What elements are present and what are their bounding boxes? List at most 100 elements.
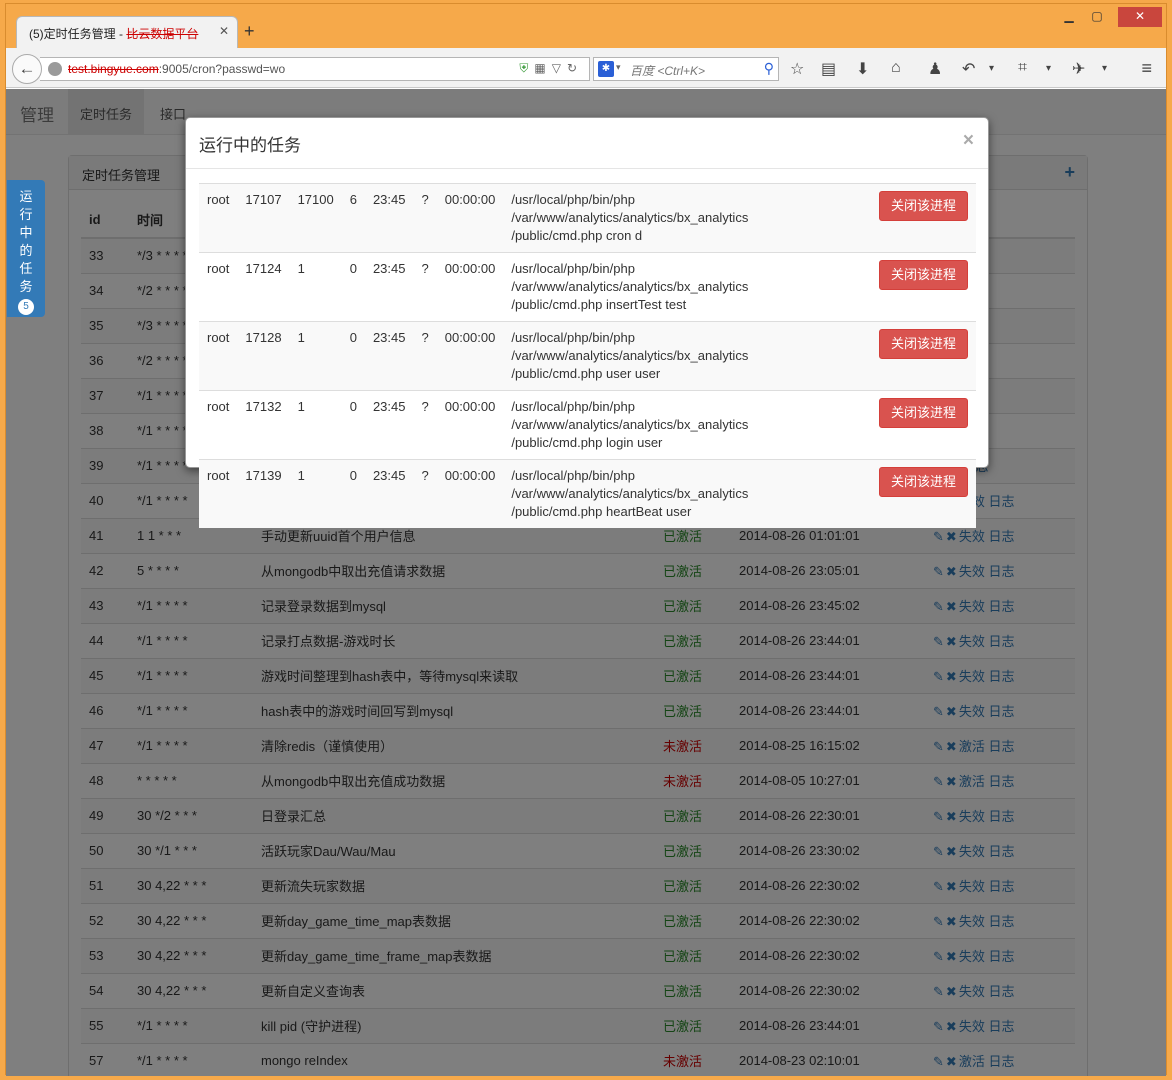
proc-cmd-line1: /usr/local/php/bin/php /var/www/analytic… bbox=[511, 468, 749, 501]
kill-process-button[interactable]: 关闭该进程 bbox=[878, 191, 968, 221]
url-rest: :9005/cron?passwd=wo bbox=[158, 62, 286, 76]
modal-header: 运行中的任务 × bbox=[186, 118, 988, 169]
proc-stime: 23:45 bbox=[364, 459, 414, 528]
proc-pid: 17128 bbox=[237, 321, 290, 391]
proc-time: 00:00:00 bbox=[436, 459, 504, 528]
close-window-icon[interactable]: ✕ bbox=[1118, 7, 1162, 27]
search-icon[interactable]: ⚲ bbox=[764, 60, 774, 77]
proc-cpu: 0 bbox=[341, 252, 365, 322]
proc-action: 关闭该进程 bbox=[870, 390, 976, 460]
running-tasks-modal: 运行中的任务 × root 17107 17100 6 23:45? 00:00:00/u… bbox=[185, 117, 989, 528]
qr-code-icon[interactable]: ▦ bbox=[534, 61, 551, 75]
proc-ppid: 17100 bbox=[289, 183, 342, 253]
proc-cpu: 0 bbox=[341, 459, 365, 528]
undo-icon[interactable]: ↶ bbox=[962, 59, 975, 79]
back-button[interactable]: ← bbox=[12, 54, 42, 84]
browser-toolbar: test.bingyue.com:9005/cron?passwd=wo ⛨▦▽… bbox=[6, 48, 1166, 88]
proc-cpu: 0 bbox=[341, 321, 365, 391]
crop-icon[interactable]: ⌗ bbox=[1018, 59, 1027, 77]
search-bar[interactable]: ✱ ▾ 百度 <Ctrl+K> ⚲ bbox=[593, 57, 779, 81]
url-bar-icons: ⛨▦▽↻ bbox=[519, 61, 583, 76]
proc-tty: ? bbox=[413, 390, 437, 460]
proc-time: 00:00:00 bbox=[436, 390, 504, 460]
proc-action: 关闭该进程 bbox=[870, 321, 976, 391]
proc-user: root bbox=[199, 252, 238, 322]
proc-cmd-line1: /usr/local/php/bin/php /var/www/analytic… bbox=[511, 399, 749, 432]
tab-title: (5)定时任务管理 - bbox=[29, 27, 127, 41]
proc-tty: ? bbox=[413, 252, 437, 322]
home-icon[interactable]: ⌂ bbox=[891, 59, 901, 77]
proc-pid: 17139 bbox=[237, 459, 290, 528]
proc-stime: 23:45 bbox=[364, 390, 414, 460]
proc-cpu: 6 bbox=[341, 183, 365, 253]
tab-close-icon[interactable]: ✕ bbox=[219, 24, 229, 38]
kill-process-button[interactable]: 关闭该进程 bbox=[878, 260, 968, 290]
kill-process-button[interactable]: 关闭该进程 bbox=[878, 467, 968, 497]
running-tasks-tab[interactable]: 运行中的任务 5 bbox=[7, 180, 45, 317]
maximize-icon[interactable]: ▢ bbox=[1084, 7, 1110, 27]
proc-cmd-line1: /usr/local/php/bin/php /var/www/analytic… bbox=[511, 261, 749, 294]
modal-title: 运行中的任务 bbox=[199, 136, 301, 155]
running-tasks-label: 运行中的任务 bbox=[19, 189, 33, 294]
proc-action: 关闭该进程 bbox=[870, 459, 976, 528]
proc-cmd-line2: /public/cmd.php insertTest test bbox=[511, 297, 687, 312]
proc-cmd: /usr/local/php/bin/php /var/www/analytic… bbox=[503, 252, 871, 322]
proc-stime: 23:45 bbox=[364, 252, 414, 322]
kill-process-button[interactable]: 关闭该进程 bbox=[878, 329, 968, 359]
proc-user: root bbox=[199, 321, 238, 391]
undo-dropdown-icon[interactable]: ▾ bbox=[989, 63, 994, 74]
proc-user: root bbox=[199, 459, 238, 528]
proc-cmd-line2: /public/cmd.php login user bbox=[511, 435, 663, 450]
browser-window: (5)定时任务管理 - 比云数据平台 ✕ + ▁ ▢ ✕ test.bingyu… bbox=[5, 3, 1167, 1076]
proc-ppid: 1 bbox=[289, 321, 342, 391]
modal-close-icon[interactable]: × bbox=[963, 130, 974, 152]
proc-user: root bbox=[199, 390, 238, 460]
proc-ppid: 1 bbox=[289, 459, 342, 528]
shield-icon[interactable]: ⛨ bbox=[519, 61, 534, 75]
extension-dropdown-icon[interactable]: ▾ bbox=[1102, 63, 1107, 74]
url-bar[interactable]: test.bingyue.com:9005/cron?passwd=wo ⛨▦▽… bbox=[40, 57, 590, 81]
proc-cmd: /usr/local/php/bin/php /var/www/analytic… bbox=[503, 459, 871, 528]
search-engine-dropdown-icon[interactable]: ▾ bbox=[616, 62, 621, 73]
proc-cmd: /usr/local/php/bin/php /var/www/analytic… bbox=[503, 321, 871, 391]
dropdown-arrow-icon[interactable]: ▽ bbox=[552, 61, 567, 75]
proc-action: 关闭该进程 bbox=[870, 252, 976, 322]
title-bar: (5)定时任务管理 - 比云数据平台 ✕ + ▁ ▢ ✕ bbox=[6, 4, 1166, 48]
proc-cmd-line1: /usr/local/php/bin/php /var/www/analytic… bbox=[511, 192, 749, 225]
proc-cmd-line1: /usr/local/php/bin/php /var/www/analytic… bbox=[511, 330, 749, 363]
new-tab-button[interactable]: + bbox=[244, 22, 255, 40]
crop-dropdown-icon[interactable]: ▾ bbox=[1046, 63, 1051, 74]
proc-tty: ? bbox=[413, 321, 437, 391]
process-row: root 17139 1 0 23:45? 00:00:00/usr/local/php/… bbox=[199, 459, 976, 528]
proc-time: 00:00:00 bbox=[436, 321, 504, 391]
user-icon[interactable]: ♟ bbox=[928, 59, 942, 79]
process-row: root 17132 1 0 23:45? 00:00:00/usr/local/php/… bbox=[199, 390, 976, 460]
proc-time: 00:00:00 bbox=[436, 252, 504, 322]
proc-cmd-line2: /public/cmd.php heartBeat user bbox=[511, 504, 692, 519]
baidu-paw-icon[interactable]: ✱ bbox=[598, 61, 614, 77]
proc-stime: 23:45 bbox=[364, 183, 414, 253]
proc-cmd: /usr/local/php/bin/php /var/www/analytic… bbox=[503, 183, 871, 253]
proc-ppid: 1 bbox=[289, 252, 342, 322]
reading-list-icon[interactable]: ▤ bbox=[821, 59, 836, 79]
url-text: test.bingyue.com:9005/cron?passwd=wo bbox=[68, 62, 285, 76]
proc-cmd-line2: /public/cmd.php cron d bbox=[511, 228, 643, 243]
proc-stime: 23:45 bbox=[364, 321, 414, 391]
proc-pid: 17132 bbox=[237, 390, 290, 460]
proc-cpu: 0 bbox=[341, 390, 365, 460]
bookmark-star-icon[interactable]: ☆ bbox=[790, 59, 804, 79]
extension-icon[interactable]: ✈ bbox=[1072, 59, 1085, 79]
browser-tab[interactable]: (5)定时任务管理 - 比云数据平台 ✕ bbox=[16, 16, 238, 48]
hamburger-menu-icon[interactable]: ≡ bbox=[1141, 58, 1152, 79]
proc-tty: ? bbox=[413, 183, 437, 253]
download-icon[interactable]: ⬇ bbox=[856, 59, 869, 79]
proc-ppid: 1 bbox=[289, 390, 342, 460]
page-content: 管理 定时任务 接口 定时任务管理 + id 时间 bbox=[6, 89, 1166, 1076]
reload-icon[interactable]: ↻ bbox=[567, 61, 583, 75]
proc-user: root bbox=[199, 183, 238, 253]
proc-pid: 17124 bbox=[237, 252, 290, 322]
minimize-icon[interactable]: ▁ bbox=[1056, 7, 1082, 27]
kill-process-button[interactable]: 关闭该进程 bbox=[878, 398, 968, 428]
back-arrow-icon: ← bbox=[18, 59, 36, 78]
globe-icon bbox=[48, 62, 62, 76]
